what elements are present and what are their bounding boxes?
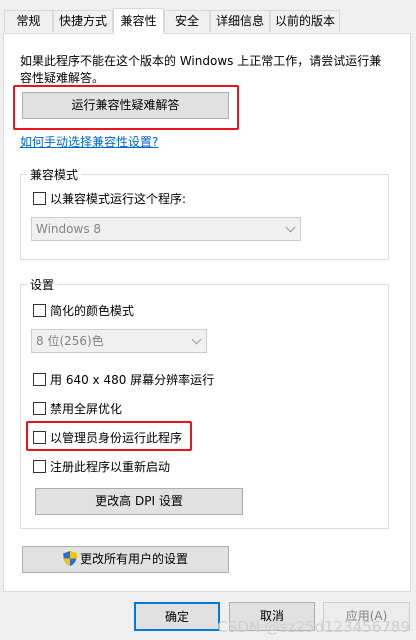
compat-mode-select[interactable]: Windows 8 (31, 217, 301, 241)
change-all-users-label: 更改所有用户的设置 (79, 552, 188, 566)
register-restart-checkbox[interactable] (33, 460, 46, 473)
watermark-text: CSDN @sz25d123456789 (217, 618, 410, 636)
color-mode-select-value: 8 位(256)色 (36, 334, 104, 348)
change-dpi-button[interactable]: 更改高 DPI 设置 (35, 488, 243, 515)
tab-previous-versions[interactable]: 以前的版本 (270, 10, 340, 32)
highlight-box (13, 85, 239, 130)
ok-button[interactable]: 确定 (134, 602, 220, 631)
intro-text-line1: 如果此程序不能在这个版本的 Windows 上正常工作，请尝试运行兼 (20, 54, 382, 68)
reduced-color-label: 简化的颜色模式 (50, 304, 135, 318)
highlight-box (26, 421, 192, 451)
reduced-color-checkbox[interactable] (33, 304, 46, 317)
compat-mode-group: 兼容模式 以兼容模式运行这个程序: Windows 8 (20, 166, 389, 260)
tab-general[interactable]: 常规 (4, 10, 53, 32)
chevron-down-icon (285, 222, 296, 233)
settings-group: 设置 简化的颜色模式 8 位(256)色 用 640 x 480 屏幕分辨率运行… (20, 276, 389, 529)
tab-label: 详细信息 (215, 14, 264, 28)
change-all-users-button[interactable]: 更改所有用户的设置 (22, 546, 229, 573)
compat-mode-label: 以兼容模式运行这个程序: (50, 192, 187, 206)
chevron-down-icon (191, 334, 202, 345)
disable-fullscreen-checkbox[interactable] (33, 402, 46, 415)
manual-compat-link[interactable]: 如何手动选择兼容性设置? (20, 133, 158, 150)
tab-bar: 常规 快捷方式 兼容性 安全 详细信息 以前的版本 (0, 0, 416, 34)
tab-label: 快捷方式 (58, 14, 107, 28)
tab-label: 以前的版本 (274, 14, 335, 28)
disable-fullscreen-label: 禁用全屏优化 (50, 402, 123, 416)
compat-mode-title: 兼容模式 (27, 166, 82, 183)
tab-compatibility[interactable]: 兼容性 (113, 8, 164, 34)
compat-mode-select-value: Windows 8 (36, 222, 102, 236)
intro-text-line2: 容性疑难解答。 (20, 71, 105, 85)
res-640-label: 用 640 x 480 屏幕分辨率运行 (50, 373, 215, 387)
tab-security[interactable]: 安全 (164, 10, 210, 32)
compat-mode-checkbox[interactable] (33, 192, 46, 205)
compatibility-panel: 如果此程序不能在这个版本的 Windows 上正常工作，请尝试运行兼 容性疑难解… (3, 33, 411, 592)
tab-label: 兼容性 (120, 14, 157, 28)
tab-label: 常规 (16, 14, 41, 28)
shield-icon (62, 551, 77, 566)
color-mode-select[interactable]: 8 位(256)色 (31, 329, 207, 353)
settings-title: 设置 (27, 276, 58, 293)
tab-label: 安全 (174, 14, 199, 28)
tab-shortcut[interactable]: 快捷方式 (53, 10, 113, 32)
tab-details[interactable]: 详细信息 (210, 10, 270, 32)
register-restart-label: 注册此程序以重新启动 (50, 460, 171, 474)
res-640-checkbox[interactable] (33, 373, 46, 386)
